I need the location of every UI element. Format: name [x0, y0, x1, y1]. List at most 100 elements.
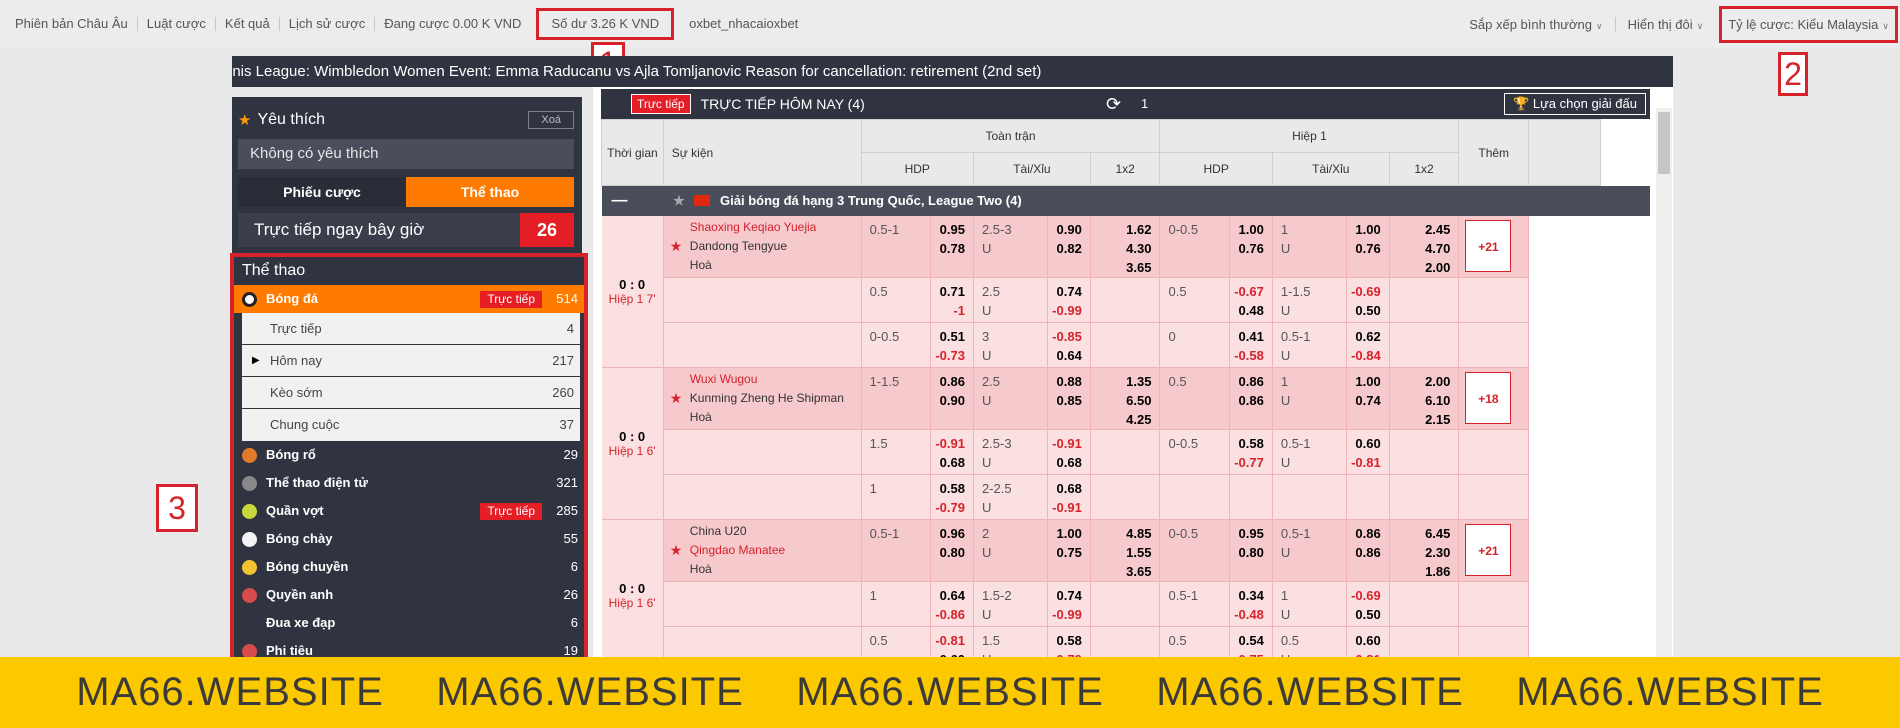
- european-version-link[interactable]: Phiên bản Châu Âu: [6, 17, 138, 31]
- display-dropdown[interactable]: Hiển thị đôi ∨: [1616, 17, 1716, 32]
- scrollbar-thumb[interactable]: [1658, 112, 1670, 174]
- odds-value[interactable]: 0.74 -0.99: [1052, 586, 1082, 624]
- odds-value[interactable]: 0.41 -0.58: [1234, 327, 1264, 365]
- ft-hdp-odds[interactable]: 0.58 -0.79: [930, 474, 974, 520]
- sidebar-subitem-live[interactable]: Trực tiếp 4: [242, 313, 580, 345]
- ft-hdp-odds[interactable]: 0.96 0.80: [930, 519, 974, 582]
- sidebar-item-sport[interactable]: Bóng chuyền 6: [234, 553, 584, 581]
- league-row[interactable]: — ★ Giải bóng đá hạng 3 Trung Quốc, Leag…: [601, 185, 1650, 216]
- odds-value[interactable]: 0.96 0.80: [940, 524, 965, 562]
- more-bets-button[interactable]: +21: [1465, 524, 1512, 576]
- 1x2-odds[interactable]: 2.45 4.70 2.00: [1425, 220, 1450, 277]
- ht-ou-odds[interactable]: -0.69 0.50: [1346, 581, 1390, 627]
- odds-value[interactable]: 0.62 -0.84: [1351, 327, 1381, 365]
- ft-hdp-odds[interactable]: 0.51 -0.73: [930, 322, 974, 368]
- odds-value[interactable]: 0.60-0.81: [1351, 434, 1381, 472]
- collapse-icon[interactable]: —: [612, 192, 628, 209]
- ft-hdp-odds[interactable]: 0.71 -1: [930, 277, 974, 323]
- ht-hdp-odds[interactable]: -0.67 0.48: [1229, 277, 1273, 323]
- ft-hdp-odds[interactable]: 0.86 0.90: [930, 367, 974, 430]
- ht-ou-odds[interactable]: 0.60-0.81: [1346, 429, 1390, 475]
- ht-ou-odds[interactable]: 0.62 -0.84: [1346, 322, 1390, 368]
- odds-value[interactable]: 0.88 0.85: [1057, 372, 1082, 410]
- ht-1x2[interactable]: [1389, 474, 1460, 520]
- odds-value[interactable]: 0.86 0.86: [1355, 524, 1380, 562]
- odds-value[interactable]: 0.86 0.90: [940, 372, 965, 410]
- ht-ou-odds[interactable]: 1.00 0.74: [1346, 367, 1390, 430]
- sidebar-item-sport[interactable]: Quyền anh 26: [234, 581, 584, 609]
- sidebar-subitem-today[interactable]: ▶ Hôm nay 217: [242, 345, 580, 377]
- odds-value[interactable]: -0.67 0.48: [1234, 282, 1264, 320]
- ft-hdp-odds[interactable]: 0.95 0.78: [930, 215, 974, 278]
- ht-1x2[interactable]: [1389, 581, 1460, 627]
- tab-sports[interactable]: Thể thao: [406, 177, 574, 207]
- ht-hdp-odds[interactable]: 0.41 -0.58: [1229, 322, 1273, 368]
- live-now-button[interactable]: Trực tiếp ngay bây giờ 26: [238, 213, 574, 247]
- odds-value[interactable]: 0.95 0.78: [940, 220, 965, 258]
- odds-value[interactable]: 0.86 0.86: [1239, 372, 1264, 410]
- ft-1x2[interactable]: [1090, 277, 1161, 323]
- sidebar-item-sport[interactable]: Bóng rổ 29: [234, 441, 584, 469]
- ht-hdp-odds[interactable]: 0.95 0.80: [1229, 519, 1273, 582]
- star-icon[interactable]: ★: [670, 238, 683, 255]
- ht-hdp-odds[interactable]: [1229, 474, 1273, 520]
- odds-value[interactable]: -0.85 0.64: [1052, 327, 1082, 365]
- bet-history-link[interactable]: Lịch sử cược: [280, 17, 376, 31]
- tab-betslip[interactable]: Phiếu cược: [238, 177, 406, 207]
- sidebar-subitem-early[interactable]: Kèo sớm 260: [242, 377, 580, 409]
- choose-league-button[interactable]: 🏆 Lựa chọn giải đấu: [1504, 93, 1646, 115]
- sidebar-subitem-outright[interactable]: Chung cuộc 37: [242, 409, 580, 441]
- odds-value[interactable]: 0.74 -0.99: [1052, 282, 1082, 320]
- ht-ou-odds[interactable]: [1346, 474, 1390, 520]
- ft-1x2[interactable]: [1090, 581, 1161, 627]
- odds-type-dropdown[interactable]: Tỷ lệ cược: Kiểu Malaysia ∨: [1719, 5, 1898, 43]
- odds-value[interactable]: 0.90 0.82: [1057, 220, 1082, 258]
- match-event[interactable]: ★ Shaoxing Keqiao Yuejia Dandong Tengyue Ho…: [663, 215, 862, 278]
- ht-1x2[interactable]: 2.00 6.10 2.15: [1389, 367, 1460, 430]
- ft-ou-odds[interactable]: 0.74 -0.99: [1047, 277, 1091, 323]
- sidebar-item-sport[interactable]: Thể thao điện tử 321: [234, 469, 584, 497]
- ft-ou-odds[interactable]: 0.90 0.82: [1047, 215, 1091, 278]
- ft-1x2[interactable]: [1090, 322, 1161, 368]
- sidebar-item-sport[interactable]: Quần vợt Trực tiếp 285: [234, 497, 584, 525]
- more-bets-button[interactable]: +21: [1465, 219, 1512, 272]
- ft-1x2[interactable]: 1.62 4.30 3.65: [1090, 215, 1161, 278]
- ht-1x2[interactable]: [1389, 322, 1460, 368]
- ft-1x2[interactable]: 4.85 1.55 3.65: [1090, 519, 1161, 582]
- odds-value[interactable]: 0.71 -1: [940, 282, 965, 320]
- ht-1x2[interactable]: [1389, 277, 1460, 323]
- ht-ou-odds[interactable]: 1.00 0.76: [1346, 215, 1390, 278]
- odds-value[interactable]: 0.58 -0.77: [1234, 434, 1264, 472]
- rules-link[interactable]: Luật cược: [138, 17, 216, 31]
- ft-ou-odds[interactable]: 1.00 0.75: [1047, 519, 1091, 582]
- ft-ou-odds[interactable]: -0.91 0.68: [1047, 429, 1091, 475]
- odds-value[interactable]: -0.91 0.68: [935, 434, 965, 472]
- ht-hdp-odds[interactable]: 0.86 0.86: [1229, 367, 1273, 430]
- odds-value[interactable]: -0.69 0.50: [1351, 282, 1381, 320]
- odds-value[interactable]: 0.51 -0.73: [935, 327, 965, 365]
- results-link[interactable]: Kết quả: [216, 17, 280, 31]
- sidebar-item-sport[interactable]: Bóng chày 55: [234, 525, 584, 553]
- ft-1x2[interactable]: [1090, 429, 1161, 475]
- 1x2-odds[interactable]: 2.00 6.10 2.15: [1425, 372, 1450, 429]
- odds-value[interactable]: 1.00 0.75: [1057, 524, 1082, 562]
- ft-ou-odds[interactable]: -0.85 0.64: [1047, 322, 1091, 368]
- ft-1x2[interactable]: 1.35 6.50 4.25: [1090, 367, 1161, 430]
- ht-ou-odds[interactable]: 0.86 0.86: [1346, 519, 1390, 582]
- odds-value[interactable]: 1.00 0.76: [1355, 220, 1380, 258]
- scrollbar[interactable]: [1656, 108, 1672, 658]
- odds-value[interactable]: 0.64 -0.86: [935, 586, 965, 624]
- odds-value[interactable]: 0.58-0.79: [935, 479, 965, 517]
- more-bets-button[interactable]: +18: [1465, 372, 1512, 424]
- ft-hdp-odds[interactable]: -0.91 0.68: [930, 429, 974, 475]
- star-icon[interactable]: ★: [673, 193, 685, 208]
- ht-1x2[interactable]: 2.45 4.70 2.00: [1389, 215, 1460, 278]
- 1x2-odds[interactable]: 1.62 4.30 3.65: [1126, 220, 1151, 277]
- refresh-icon[interactable]: ⟳: [1106, 94, 1121, 115]
- ht-1x2[interactable]: 6.45 2.30 1.86: [1389, 519, 1460, 582]
- odds-value[interactable]: 0.95 0.80: [1239, 524, 1264, 562]
- ft-ou-odds[interactable]: 0.88 0.85: [1047, 367, 1091, 430]
- ft-ou-odds[interactable]: 0.74 -0.99: [1047, 581, 1091, 627]
- odds-value[interactable]: 0.34 -0.48: [1234, 586, 1264, 624]
- odds-value[interactable]: 1.00 0.74: [1355, 372, 1380, 410]
